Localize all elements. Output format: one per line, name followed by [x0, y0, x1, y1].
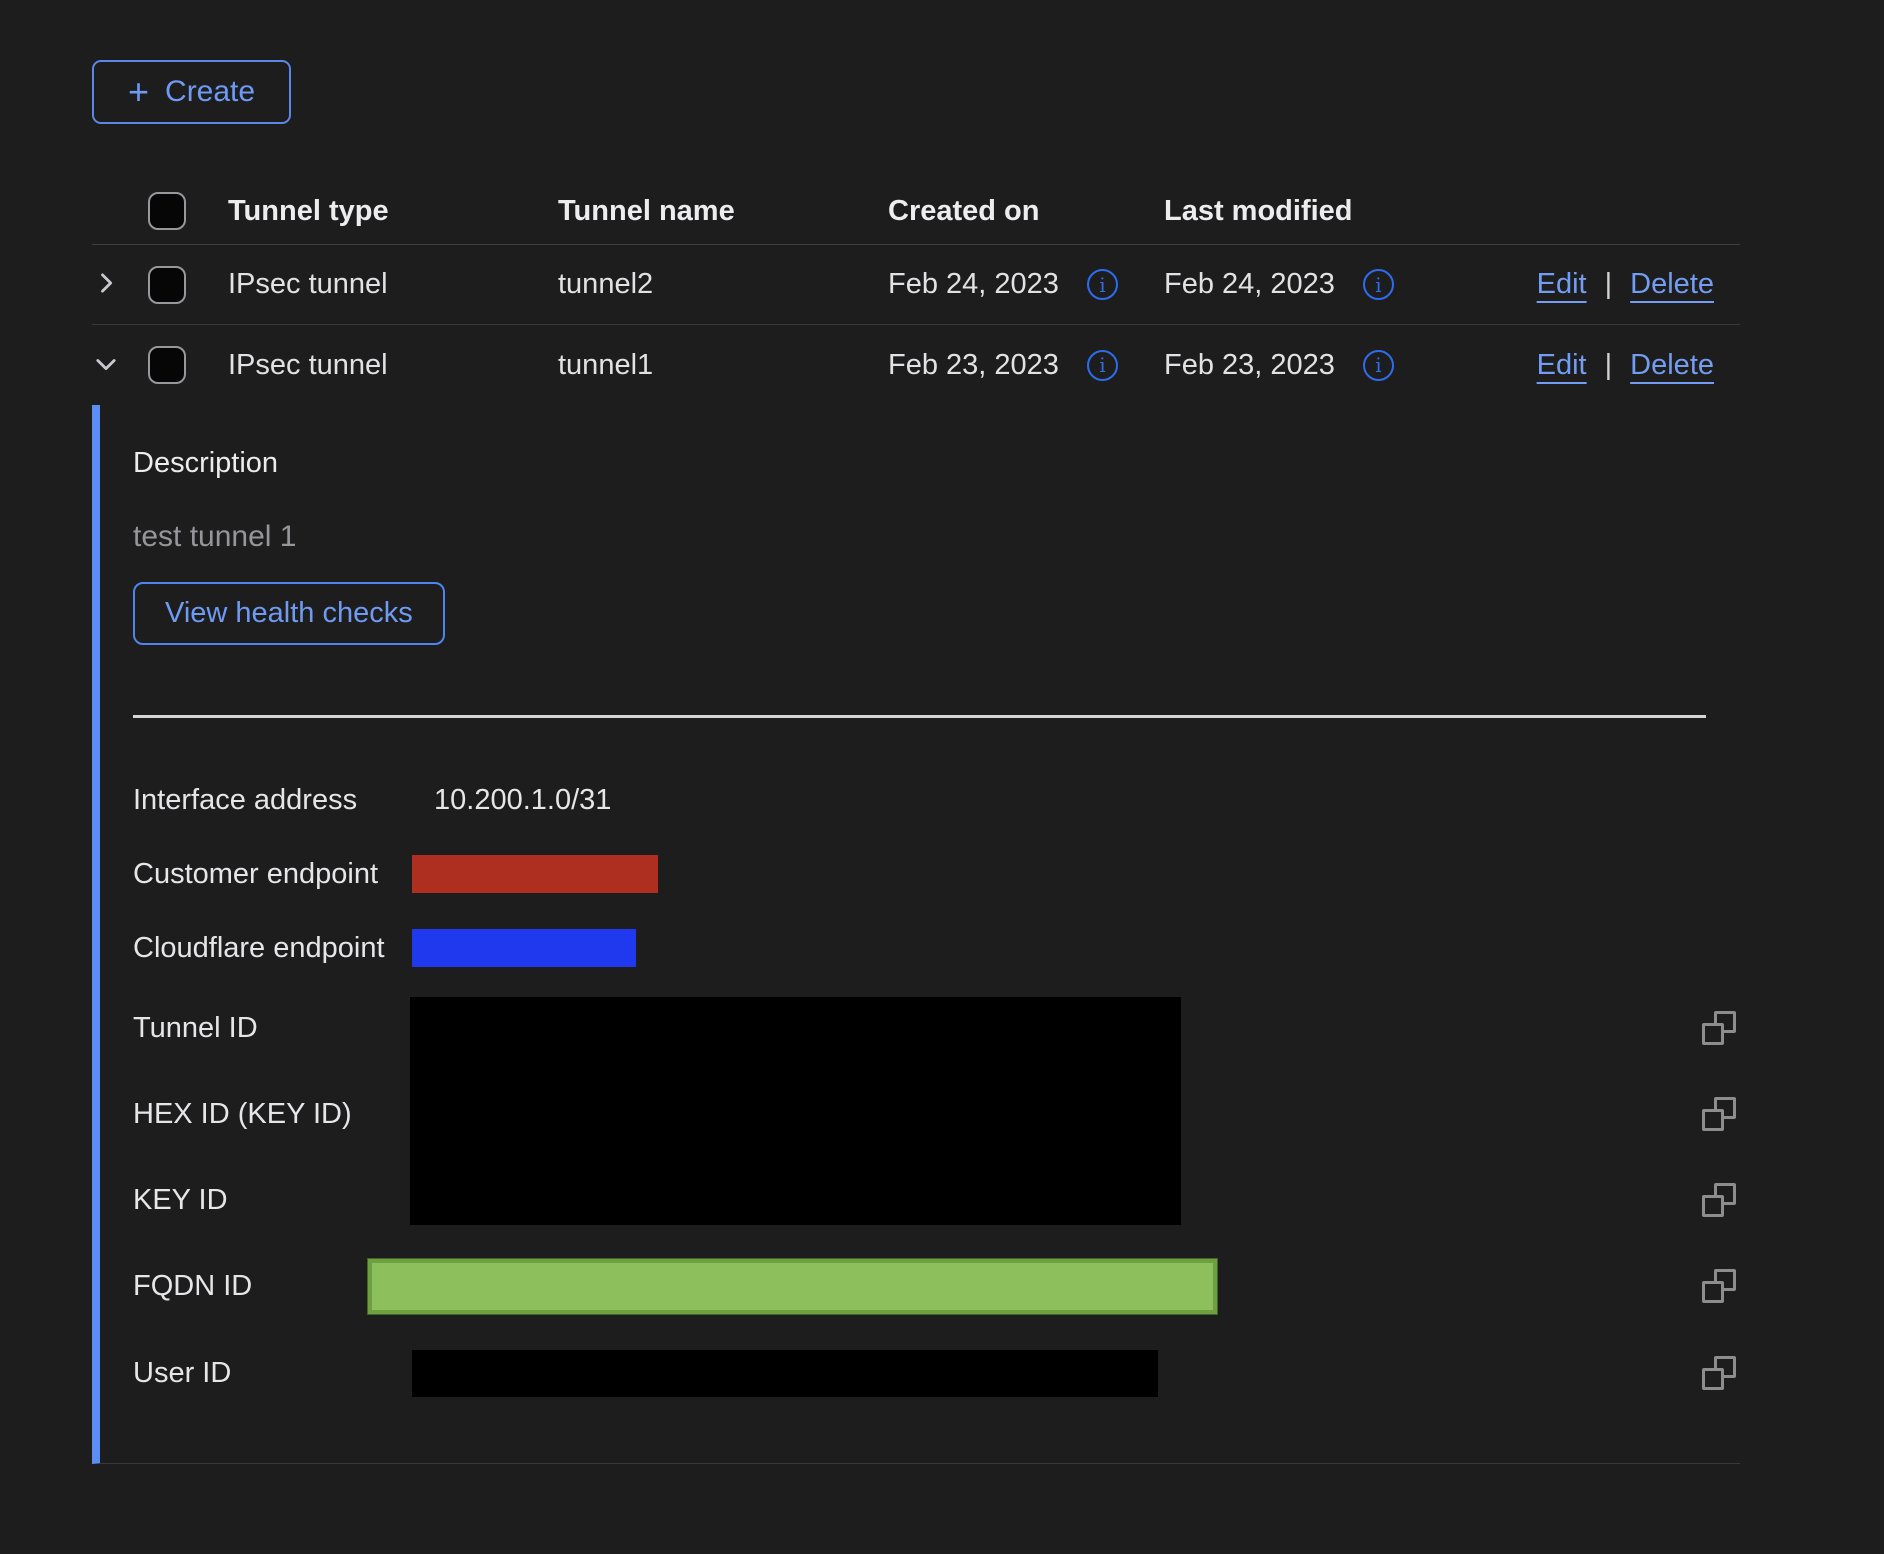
table-row: IPsec tunnel tunnel1 Feb 23, 2023 i Feb …	[92, 325, 1740, 405]
tunnel-name-cell: tunnel1	[544, 349, 874, 382]
field-label: Tunnel ID	[133, 1012, 412, 1045]
row-checkbox[interactable]	[148, 266, 186, 304]
header-check-cell	[148, 192, 214, 230]
copy-icon-front	[1702, 1195, 1724, 1217]
field-row-fqdn-id: FQDN ID	[133, 1243, 1740, 1329]
delete-link[interactable]: Delete	[1630, 268, 1714, 301]
interface-address-value: 10.200.1.0/31	[412, 784, 611, 817]
create-button[interactable]: + Create	[92, 60, 291, 124]
id-fields-group: Tunnel ID HEX ID (KEY ID)	[133, 985, 1740, 1243]
info-icon[interactable]: i	[1363, 269, 1394, 300]
description-value: test tunnel 1	[133, 520, 1740, 554]
field-label: User ID	[133, 1357, 412, 1390]
header-last-modified: Last modified	[1150, 195, 1426, 228]
description-label: Description	[133, 447, 1740, 480]
chevron-right-icon	[92, 269, 120, 300]
tunnels-page: + Create Tunnel type Tunnel name Created…	[0, 0, 1884, 1554]
page-content: + Create Tunnel type Tunnel name Created…	[0, 0, 1884, 1464]
info-icon[interactable]: i	[1363, 350, 1394, 381]
created-on-value: Feb 23, 2023	[888, 349, 1059, 382]
copy-icon-front	[1702, 1368, 1724, 1390]
copy-icon-front	[1702, 1281, 1724, 1303]
copy-icon-front	[1702, 1109, 1724, 1131]
tunnel-type-cell: IPsec tunnel	[214, 268, 544, 301]
table-row: IPsec tunnel tunnel2 Feb 24, 2023 i Feb …	[92, 245, 1740, 325]
header-created-on: Created on	[874, 195, 1150, 228]
select-all-checkbox[interactable]	[148, 192, 186, 230]
view-health-checks-button[interactable]: View health checks	[133, 582, 445, 645]
field-row-customer-endpoint: Customer endpoint	[133, 837, 1740, 911]
fqdn-id-redaction	[368, 1259, 1217, 1314]
header-tunnel-name: Tunnel name	[544, 195, 874, 228]
copy-icon[interactable]	[1702, 1097, 1736, 1131]
actions-separator: |	[1605, 349, 1613, 382]
edit-link[interactable]: Edit	[1537, 349, 1587, 382]
row-checkbox[interactable]	[148, 346, 186, 384]
delete-link[interactable]: Delete	[1630, 349, 1714, 382]
field-label: Customer endpoint	[133, 858, 412, 891]
create-button-label: Create	[165, 75, 255, 109]
plus-icon: +	[128, 74, 149, 110]
field-label: Interface address	[133, 784, 412, 817]
info-icon[interactable]: i	[1087, 269, 1118, 300]
copy-icon[interactable]	[1702, 1356, 1736, 1390]
table-header-row: Tunnel type Tunnel name Created on Last …	[92, 178, 1740, 245]
field-row-user-id: User ID	[133, 1329, 1740, 1417]
created-on-value: Feb 24, 2023	[888, 268, 1059, 301]
copy-icon[interactable]	[1702, 1183, 1736, 1217]
copy-icon[interactable]	[1702, 1011, 1736, 1045]
copy-icon-front	[1702, 1023, 1724, 1045]
copy-icon[interactable]	[1702, 1269, 1736, 1303]
chevron-down-icon	[92, 350, 120, 381]
last-modified-value: Feb 24, 2023	[1164, 268, 1335, 301]
section-divider	[133, 715, 1706, 718]
header-tunnel-type: Tunnel type	[214, 195, 544, 228]
id-values-redaction	[410, 997, 1181, 1225]
field-row-cloudflare-endpoint: Cloudflare endpoint	[133, 911, 1740, 985]
expand-row-button[interactable]	[92, 269, 120, 300]
field-row-interface-address: Interface address 10.200.1.0/31	[133, 764, 1740, 837]
last-modified-value: Feb 23, 2023	[1164, 349, 1335, 382]
field-label: Cloudflare endpoint	[133, 932, 412, 965]
field-label: KEY ID	[133, 1184, 412, 1217]
collapse-row-button[interactable]	[92, 350, 120, 381]
tunnel-fields: Interface address 10.200.1.0/31 Customer…	[133, 764, 1740, 1417]
tunnel-detail-panel: Description test tunnel 1 View health ch…	[92, 405, 1740, 1464]
user-id-redaction	[412, 1350, 1158, 1397]
cloudflare-endpoint-redaction	[412, 929, 636, 967]
tunnel-name-cell: tunnel2	[544, 268, 874, 301]
customer-endpoint-redaction	[412, 855, 658, 893]
tunnel-type-cell: IPsec tunnel	[214, 349, 544, 382]
edit-link[interactable]: Edit	[1537, 268, 1587, 301]
field-label: HEX ID (KEY ID)	[133, 1098, 412, 1131]
actions-separator: |	[1605, 268, 1613, 301]
info-icon[interactable]: i	[1087, 350, 1118, 381]
tunnels-table: Tunnel type Tunnel name Created on Last …	[92, 178, 1740, 1464]
